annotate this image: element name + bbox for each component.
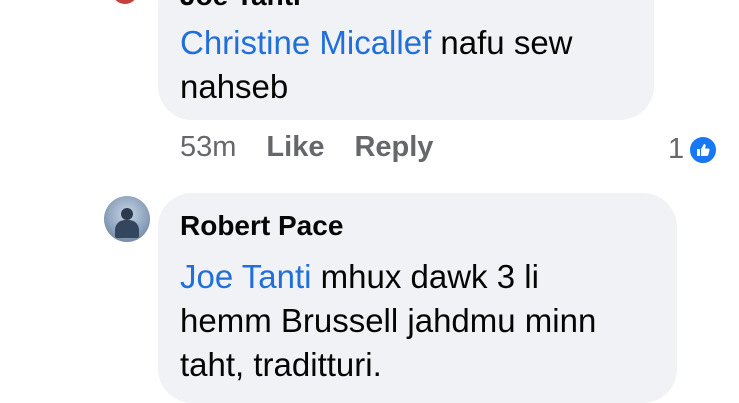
- comment-text: Christine Micallef nafu sew nahseb: [180, 21, 640, 109]
- like-button[interactable]: Like: [266, 131, 324, 164]
- reply-button[interactable]: Reply: [354, 131, 433, 164]
- avatar[interactable]: [112, 0, 138, 4]
- thumbs-up-icon: [688, 134, 719, 165]
- comment-author[interactable]: Joe Tanti: [180, 0, 301, 12]
- reaction-summary[interactable]: 1: [668, 133, 719, 166]
- comment-timestamp[interactable]: 53m: [180, 131, 236, 164]
- mention-link[interactable]: Christine Micallef: [180, 24, 431, 61]
- comment-text-part: taht, traditturi.: [180, 346, 382, 383]
- comment-text-part: nafu sew: [431, 24, 573, 61]
- comment-actions: 53m Like Reply: [180, 131, 433, 164]
- comment-author[interactable]: Robert Pace: [180, 210, 343, 242]
- avatar[interactable]: [104, 196, 150, 242]
- comment-text-part: mhux dawk 3 li: [311, 258, 539, 295]
- comment-text-part: nahseb: [180, 68, 289, 105]
- reaction-count: 1: [668, 133, 685, 165]
- comment-text-part: hemm Brussell jahdmu minn: [180, 302, 597, 339]
- comment-text: Joe Tanti mhux dawk 3 li hemm Brussell j…: [180, 255, 660, 387]
- mention-link[interactable]: Joe Tanti: [180, 258, 311, 295]
